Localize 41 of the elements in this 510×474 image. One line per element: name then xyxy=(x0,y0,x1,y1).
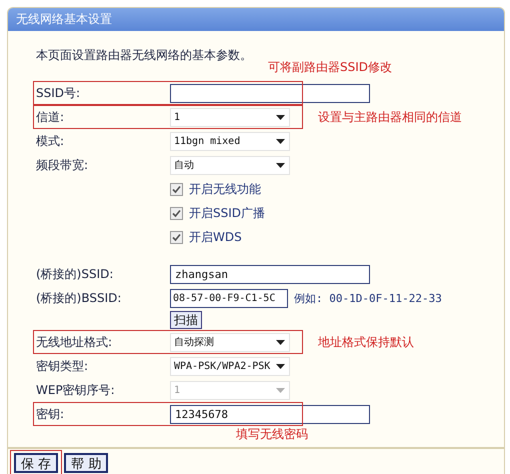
text-field[interactable] xyxy=(170,84,370,102)
caret-icon xyxy=(276,114,285,120)
field-label: 信道: xyxy=(36,108,66,126)
annotation-note: 填写无线密码 xyxy=(236,426,308,443)
caret-icon xyxy=(276,364,285,368)
annotation-note: 可将副路由器SSID修改 xyxy=(268,59,392,76)
scan-button[interactable]: 扫描 xyxy=(170,311,202,329)
annotation-note: 设置与主路由器相同的信道 xyxy=(318,109,462,126)
field-label: 密钥: xyxy=(36,406,66,422)
text-field[interactable]: zhangsan xyxy=(170,264,370,284)
field-label: WEP密钥序号: xyxy=(36,382,116,398)
checkbox-label: 开启SSID广播 xyxy=(189,204,266,222)
field-label: (桥接的)BSSID: xyxy=(36,290,122,306)
panel-title: 无线网络基本设置 xyxy=(8,8,504,31)
hint-text: 例如: 00-1D-0F-11-22-33 xyxy=(294,290,442,306)
caret-icon xyxy=(276,162,285,168)
dropdown[interactable]: 11bgn mixed xyxy=(170,132,290,150)
action-button[interactable]: 帮 助 xyxy=(64,453,108,473)
checkbox[interactable] xyxy=(170,206,183,220)
checkbox[interactable] xyxy=(170,230,183,244)
dropdown[interactable]: 自动探测 xyxy=(170,332,290,352)
field-label: 模式: xyxy=(36,132,66,150)
caret-icon xyxy=(276,388,285,392)
dropdown[interactable]: 1 xyxy=(170,108,290,126)
field-label: (桥接的)SSID: xyxy=(36,266,114,282)
caret-icon xyxy=(276,138,285,144)
text-field[interactable]: 08-57-00-F9-C1-5C xyxy=(170,288,288,308)
checkbox-label: 开启WDS xyxy=(189,228,242,246)
caret-icon xyxy=(276,340,285,344)
field-label: SSID号: xyxy=(36,84,82,102)
field-label: 密钥类型: xyxy=(36,358,90,374)
text-field[interactable]: 12345678 xyxy=(170,404,370,424)
dropdown[interactable]: 自动 xyxy=(170,156,290,174)
description-text: 本页面设置路由器无线网络的基本参数。 xyxy=(36,47,252,64)
field-label: 频段带宽: xyxy=(36,156,90,174)
annotation-note: 地址格式保持默认 xyxy=(318,334,414,351)
checkbox-label: 开启无线功能 xyxy=(189,180,261,198)
field-label: 无线地址格式: xyxy=(36,334,114,350)
dropdown[interactable]: WPA-PSK/WPA2-PSK xyxy=(170,356,290,376)
checkbox[interactable] xyxy=(170,182,183,196)
action-button[interactable]: 保 存 xyxy=(14,453,58,473)
